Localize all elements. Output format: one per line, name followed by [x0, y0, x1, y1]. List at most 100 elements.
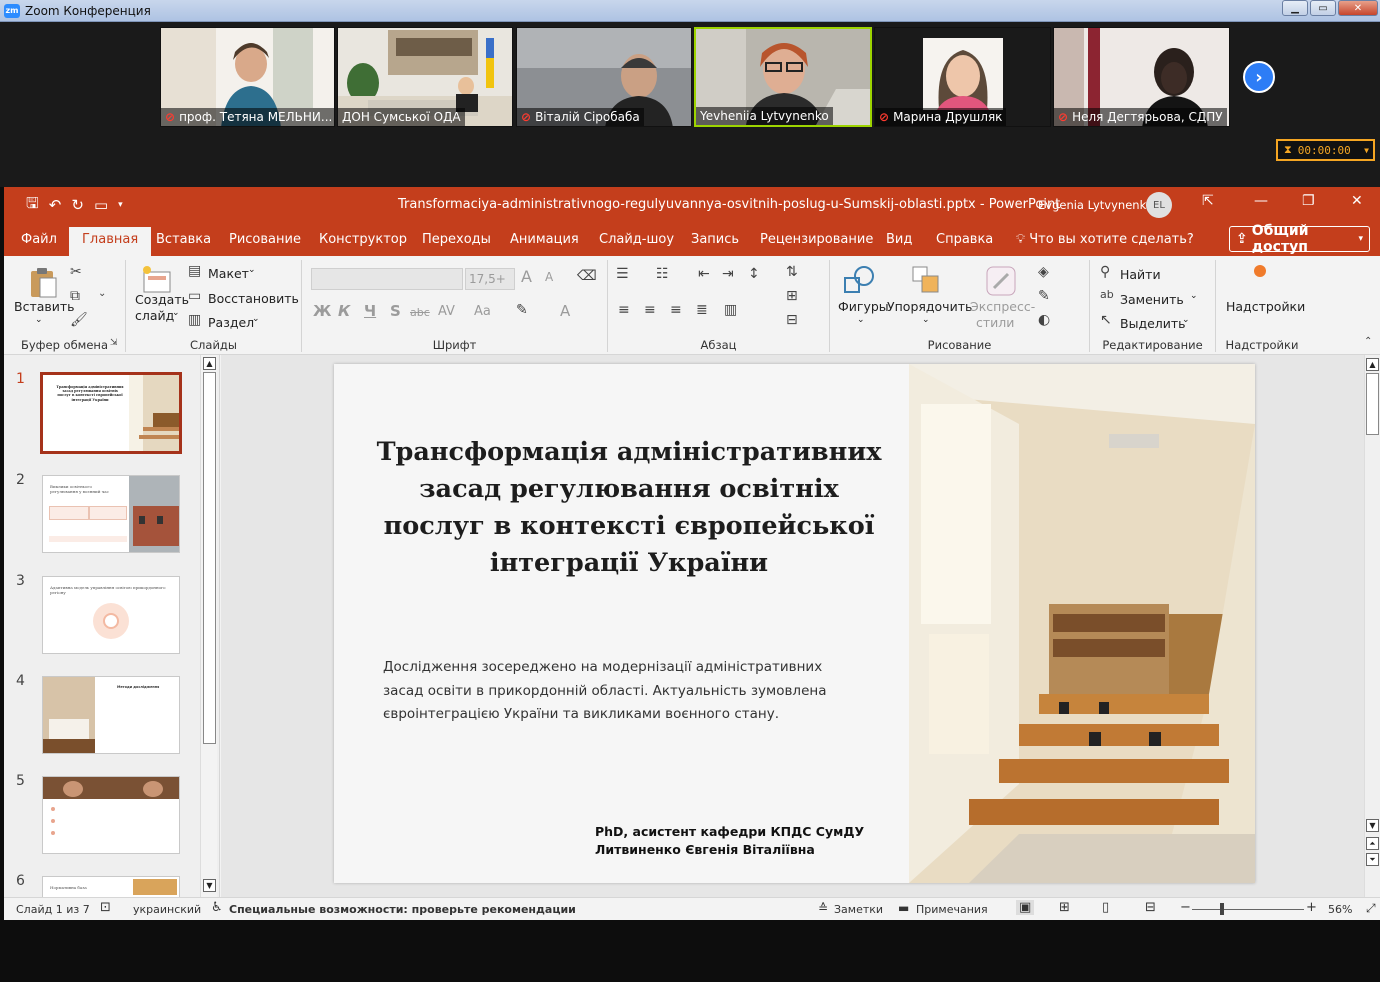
quick-styles-icon[interactable]: [984, 264, 1018, 298]
scrollbar-thumb[interactable]: [203, 372, 216, 744]
slide-thumbnail[interactable]: Методи дослідження: [42, 676, 180, 754]
close-button[interactable]: ✕: [1338, 0, 1378, 16]
scrollbar-thumb[interactable]: [1366, 373, 1379, 435]
increase-indent-icon[interactable]: ⇥: [722, 266, 734, 282]
close-icon[interactable]: ✕: [1351, 193, 1363, 209]
find-button[interactable]: Найти: [1120, 267, 1161, 282]
italic-button[interactable]: К: [338, 302, 350, 320]
bullets-icon[interactable]: ☰: [616, 266, 629, 282]
decrease-indent-icon[interactable]: ⇤: [698, 266, 710, 282]
zoom-percent[interactable]: 56%: [1328, 903, 1352, 916]
share-button[interactable]: ⇪ Общий доступ ▾: [1229, 223, 1370, 255]
user-avatar[interactable]: EL: [1146, 192, 1172, 218]
select-icon[interactable]: ↖: [1100, 312, 1112, 328]
select-button[interactable]: Выделить: [1120, 316, 1186, 331]
shape-effects-icon[interactable]: ◐: [1038, 312, 1050, 328]
current-slide[interactable]: Трансформація адміністративних засад рег…: [334, 364, 1255, 883]
undo-icon[interactable]: ↶: [49, 196, 62, 214]
section-button[interactable]: Раздел: [208, 315, 254, 330]
normal-view-icon[interactable]: ▣: [1016, 900, 1035, 915]
chevron-down-icon[interactable]: ⌄: [172, 308, 180, 318]
participant-tile-active[interactable]: Yevheniia Lytvynenko: [694, 27, 872, 127]
presentation-icon[interactable]: ▭: [94, 196, 108, 214]
slide-thumbnail[interactable]: Виклики освітнього регулювання у воєнний…: [42, 475, 180, 553]
slideshow-icon[interactable]: ⊟: [1145, 900, 1156, 915]
scroll-up-icon[interactable]: ▲: [1366, 358, 1379, 371]
language-status[interactable]: украинский: [133, 903, 201, 916]
grow-font-button[interactable]: A: [521, 267, 532, 286]
slide-thumbnail[interactable]: Трансформація адміністративних засад рег…: [40, 372, 182, 454]
participant-tile[interactable]: ⊘ Марина Друшляк: [874, 27, 1051, 127]
participant-tile[interactable]: ⊘ Віталій Сіробаба: [516, 27, 692, 127]
char-spacing-button[interactable]: AV: [438, 304, 455, 319]
restore-icon[interactable]: ❐: [1302, 193, 1315, 209]
font-color-button[interactable]: A: [560, 302, 570, 320]
scroll-up-icon[interactable]: ▲: [203, 357, 216, 370]
tab-design[interactable]: Конструктор: [319, 232, 407, 247]
participant-tile[interactable]: ДОН Сумської ОДА: [337, 27, 513, 127]
editor-scrollbar[interactable]: ▲ ▼ ⏶ ⏷: [1364, 355, 1380, 897]
strikethrough-button[interactable]: abc: [410, 306, 430, 319]
slide-thumbnail[interactable]: Адаптивна модель управління освітою прик…: [42, 576, 180, 654]
new-slide-label-1[interactable]: Создать: [135, 292, 189, 307]
align-text-icon[interactable]: ⊞: [786, 288, 798, 304]
smartart-icon[interactable]: ⊟: [786, 312, 798, 328]
quick-styles-label-2[interactable]: стили: [976, 315, 1014, 330]
slide-author[interactable]: PhD, асистент кафедри КПДС СумДУ Литвине…: [595, 823, 864, 859]
search-icon[interactable]: ⚲: [1100, 264, 1110, 280]
layout-button[interactable]: Макет: [208, 266, 249, 281]
chevron-down-icon[interactable]: ⌄: [98, 288, 106, 299]
fit-slide-icon[interactable]: ⤢: [1366, 901, 1376, 916]
next-participants-button[interactable]: ›: [1243, 61, 1275, 93]
tab-home[interactable]: Главная: [69, 227, 152, 256]
tab-slideshow[interactable]: Слайд-шоу: [599, 232, 674, 247]
line-spacing-icon[interactable]: ↕: [748, 266, 760, 282]
reading-view-icon[interactable]: ▯: [1102, 900, 1109, 915]
thumbnails-scrollbar[interactable]: ▲ ▼: [200, 355, 217, 897]
replace-button[interactable]: Заменить: [1120, 292, 1184, 307]
comments-button[interactable]: Примечания: [916, 903, 988, 916]
chevron-down-icon[interactable]: ⌄: [35, 315, 43, 325]
highlight-icon[interactable]: ✎: [516, 302, 528, 318]
slide-title[interactable]: Трансформація адміністративних засад рег…: [374, 434, 884, 582]
spellcheck-icon[interactable]: ⊡: [100, 900, 111, 915]
zoom-slider-thumb[interactable]: [1220, 903, 1224, 915]
scroll-down-icon[interactable]: ▼: [203, 879, 216, 892]
next-slide-icon[interactable]: ⏷: [1366, 853, 1379, 866]
minimize-button[interactable]: ▁: [1282, 0, 1308, 16]
comments-icon[interactable]: ▬: [898, 901, 909, 915]
cut-icon[interactable]: ✂: [70, 264, 82, 280]
chevron-down-icon[interactable]: ⌄: [857, 315, 865, 325]
participant-tile[interactable]: ⊘ Неля Дегтярьова, СДПУ: [1053, 27, 1230, 127]
notes-icon[interactable]: ≙: [818, 901, 828, 915]
paste-icon[interactable]: [26, 266, 60, 300]
chevron-down-icon[interactable]: ⌄: [1190, 291, 1198, 301]
zoom-in-icon[interactable]: +: [1306, 900, 1317, 915]
addins-icon[interactable]: [1254, 265, 1266, 277]
tab-draw[interactable]: Рисование: [229, 232, 301, 247]
minimize-icon[interactable]: —: [1254, 193, 1268, 209]
shapes-button[interactable]: Фигуры: [838, 299, 889, 314]
slide-body-text[interactable]: Дослідження зосереджено на модернізації …: [383, 656, 863, 727]
classroom-photo[interactable]: [909, 364, 1255, 883]
font-size-box[interactable]: 17,5+: [465, 268, 515, 290]
shape-fill-icon[interactable]: ◈: [1038, 264, 1049, 280]
align-right-icon[interactable]: ≡: [670, 302, 682, 318]
font-name-box[interactable]: [311, 268, 463, 290]
shadow-button[interactable]: S: [390, 302, 401, 320]
chevron-down-icon[interactable]: ⌄: [922, 315, 930, 325]
redo-icon[interactable]: ↻: [71, 196, 84, 214]
customize-qat-icon[interactable]: ▾: [118, 200, 123, 210]
reset-icon[interactable]: ▭: [188, 288, 201, 304]
user-name[interactable]: Evgenia Lytvynenko: [1038, 198, 1153, 212]
previous-slide-icon[interactable]: ⏶: [1366, 837, 1379, 850]
slide-sorter-icon[interactable]: ⊞: [1059, 900, 1070, 915]
bold-button[interactable]: Ж: [313, 302, 331, 320]
accessibility-status[interactable]: Специальные возможности: проверьте реком…: [229, 903, 576, 916]
tab-animations[interactable]: Анимация: [510, 232, 579, 247]
chevron-down-icon[interactable]: ⌄: [248, 265, 256, 275]
tab-review[interactable]: Рецензирование: [760, 232, 873, 247]
ribbon-display-icon[interactable]: ⇱: [1202, 193, 1214, 209]
copy-icon[interactable]: ⧉: [70, 288, 80, 304]
recording-timer[interactable]: ⧗ 00:00:00 ▼: [1276, 139, 1375, 161]
